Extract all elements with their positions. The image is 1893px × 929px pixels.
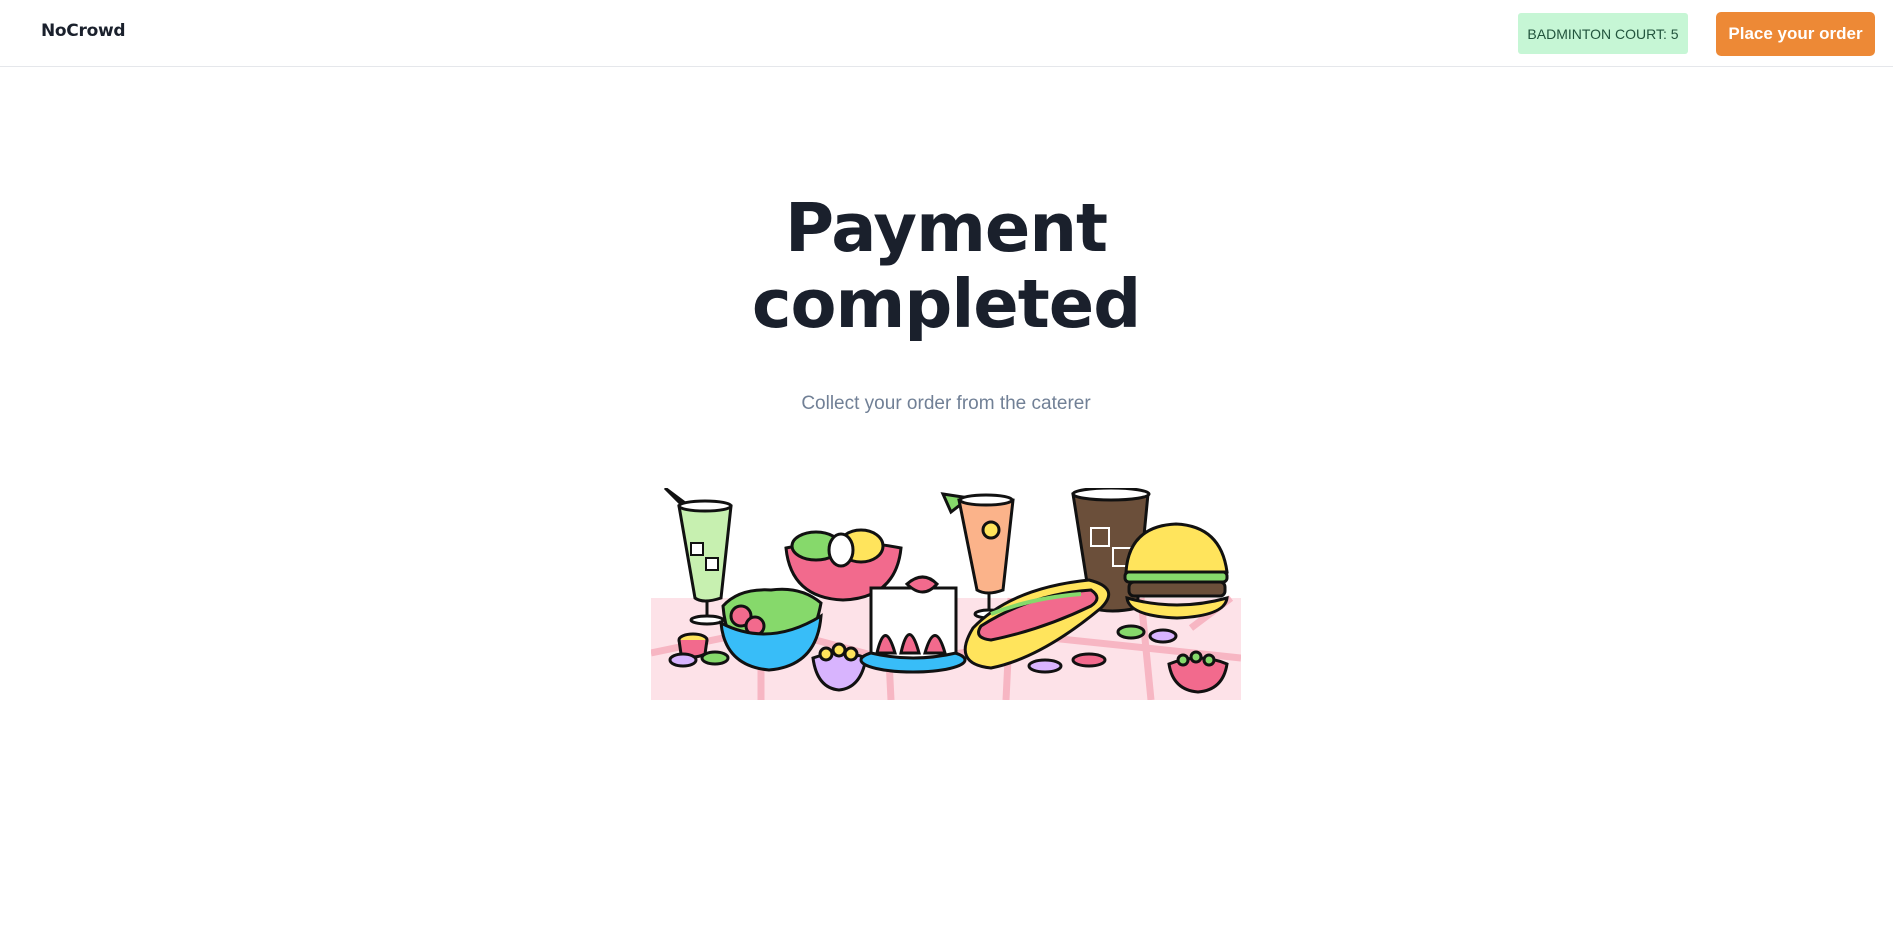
- page-title-line-1: Payment: [784, 189, 1108, 267]
- brand-logo[interactable]: NoCrowd: [41, 21, 126, 41]
- top-navigation-bar: NoCrowd BADMINTON COURT: 5 Place your or…: [0, 0, 1893, 67]
- page-subtitle: Collect your order from the caterer: [801, 393, 1091, 414]
- court-badge: BADMINTON COURT: 5: [1518, 13, 1688, 54]
- place-order-button[interactable]: Place your order: [1716, 12, 1875, 56]
- page-title: Payment completed: [546, 190, 1346, 342]
- picnic-food-illustration: [651, 488, 1241, 700]
- page-title-line-2: completed: [751, 265, 1141, 343]
- burger-icon: [1123, 522, 1229, 620]
- strawberry-cake-icon: [859, 575, 967, 674]
